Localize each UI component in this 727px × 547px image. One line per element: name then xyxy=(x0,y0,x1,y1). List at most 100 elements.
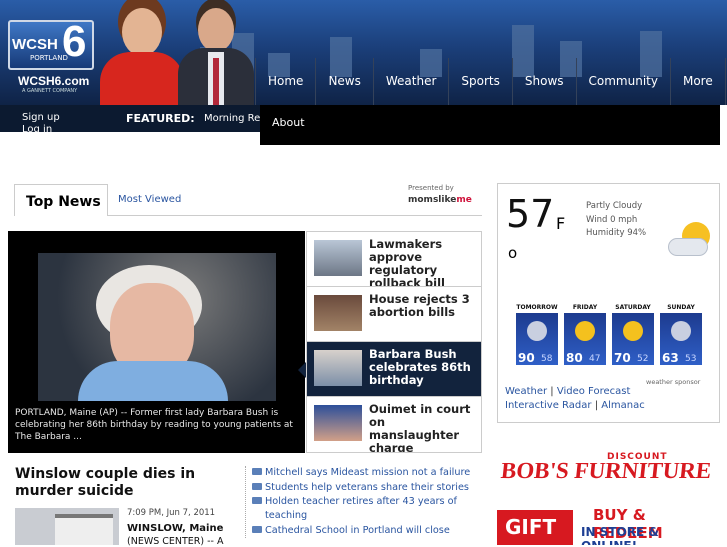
forecast-low: 53 xyxy=(685,354,697,364)
story-timestamp: 7:09 PM, Jun 7, 2011 xyxy=(127,508,216,518)
weather-link[interactable]: Weather xyxy=(505,386,547,397)
forecast-day[interactable]: FRIDAY 80 47 xyxy=(564,304,606,365)
current-conditions: Partly Cloudy Wind 0 mph Humidity 94% xyxy=(586,200,646,241)
headline-list: Lawmakers approve regulatory rollback bi… xyxy=(306,231,482,453)
nav-community[interactable]: Community xyxy=(577,58,671,105)
temperature-unit: F xyxy=(556,214,566,233)
headline-item[interactable]: House rejects 3 abortion bills xyxy=(307,287,481,342)
video-forecast-link[interactable]: Video Forecast xyxy=(557,386,631,397)
ad-gift: GIFT xyxy=(497,510,573,545)
almanac-link[interactable]: Almanac xyxy=(601,400,644,411)
ad-brand: BOB'S FURNITURE xyxy=(499,458,713,483)
forecast-high: 63 xyxy=(662,351,679,365)
sun-icon xyxy=(575,321,595,341)
forecast-day-name: TOMORROW xyxy=(516,304,558,311)
photo-jacket xyxy=(78,361,228,401)
headline-text[interactable]: Lawmakers approve regulatory rollback bi… xyxy=(369,238,477,287)
news-link[interactable]: Mitchell says Mideast mission not a fail… xyxy=(252,466,485,480)
logo-company: A GANNETT COMPANY xyxy=(22,88,78,94)
video-icon xyxy=(252,482,262,490)
weather-sponsor-label: weather sponsor xyxy=(646,378,701,386)
forecast-day-name: FRIDAY xyxy=(572,304,598,311)
headline-thumb xyxy=(314,350,362,386)
tab-top-news[interactable]: Top News xyxy=(14,184,108,216)
forecast-low: 58 xyxy=(541,354,553,364)
news-link[interactable]: Cathedral School in Portland will close xyxy=(252,524,485,538)
featured-label: FEATURED: xyxy=(126,112,195,125)
nav-weather[interactable]: Weather xyxy=(374,58,450,105)
anchor-body xyxy=(100,52,184,105)
radar-link[interactable]: Interactive Radar xyxy=(505,400,592,411)
link-separator: | xyxy=(594,400,599,411)
news-link-text[interactable]: Holden teacher retires after 43 years of… xyxy=(265,496,457,521)
top-bar: Sign up Log in FEATURED: Morning Rep xyxy=(0,105,260,132)
news-link[interactable]: Students help veterans share their stori… xyxy=(252,481,485,495)
nav-more[interactable]: More xyxy=(671,58,726,105)
forecast-day[interactable]: TOMORROW 90 58 xyxy=(516,304,558,365)
anchor-photo-female xyxy=(100,8,184,105)
tab-most-viewed[interactable]: Most Viewed xyxy=(118,194,181,205)
headline-item[interactable]: Ouimet in court on manslaughter charge xyxy=(307,397,481,452)
news-link-text[interactable]: Mitchell says Mideast mission not a fail… xyxy=(265,467,470,478)
weather-links-row: Interactive Radar | Almanac xyxy=(505,400,645,411)
weather-links-row: Weather | Video Forecast xyxy=(505,386,630,397)
current-temperature: 57 xyxy=(506,192,555,236)
forecast-image: 80 47 xyxy=(564,313,606,365)
story-headline[interactable]: Winslow couple dies in murder suicide xyxy=(15,466,215,500)
sponsor-name: momslike xyxy=(408,195,457,205)
headline-thumb xyxy=(314,240,362,276)
more-dropdown: About xyxy=(260,105,720,145)
feature-story[interactable]: PORTLAND, Maine (AP) -- Former first lad… xyxy=(8,231,305,453)
tab-divider xyxy=(108,215,482,216)
anchor-photo-male xyxy=(178,8,254,105)
headline-item-active[interactable]: Barbara Bush celebrates 86th birthday xyxy=(307,342,481,397)
featured-link[interactable]: Morning Rep xyxy=(204,113,260,124)
forecast-day[interactable]: SUNDAY 63 53 xyxy=(660,304,702,365)
nav-home[interactable]: Home xyxy=(255,58,317,105)
forecast-low: 52 xyxy=(637,354,649,364)
forecast-high: 70 xyxy=(614,351,631,365)
nav-sports[interactable]: Sports xyxy=(449,58,513,105)
nav-news[interactable]: News xyxy=(316,58,374,105)
forecast-image: 70 52 xyxy=(612,313,654,365)
story-thumbnail[interactable] xyxy=(15,508,119,545)
forecast-image: 63 53 xyxy=(660,313,702,365)
story-source: (NEWS CENTER) -- A xyxy=(127,536,224,547)
headline-text[interactable]: Ouimet in court on manslaughter charge xyxy=(369,403,477,453)
news-link[interactable]: Holden teacher retires after 43 years of… xyxy=(252,495,485,522)
humidity-text: Humidity 94% xyxy=(586,228,647,238)
sponsor-suffix: me xyxy=(456,195,472,205)
news-link-text[interactable]: Students help veterans share their stori… xyxy=(265,482,469,493)
storm-icon xyxy=(671,321,691,341)
headline-text[interactable]: Barbara Bush celebrates 86th birthday xyxy=(369,348,477,387)
headline-item[interactable]: Lawmakers approve regulatory rollback bi… xyxy=(307,232,481,287)
sponsor-logo[interactable]: momslikeme xyxy=(408,195,472,205)
dropdown-item-about[interactable]: About xyxy=(272,116,305,129)
degree-symbol: o xyxy=(508,244,518,262)
weather-widget: 57 F o Partly Cloudy Wind 0 mph Humidity… xyxy=(497,183,720,423)
login-link[interactable]: Log in xyxy=(22,124,52,132)
feature-caption: PORTLAND, Maine (AP) -- Former first lad… xyxy=(15,408,293,442)
cloud-shape xyxy=(668,238,708,256)
station-logo[interactable]: WCSH 6 PORTLAND WCSH6.com A GANNETT COMP… xyxy=(8,18,100,94)
advertisement[interactable]: DISCOUNT BOB'S FURNITURE GIFT BUY & REDE… xyxy=(497,452,719,545)
forecast-high: 80 xyxy=(566,351,583,365)
photo-house xyxy=(55,514,113,545)
logo-city: PORTLAND xyxy=(30,54,68,62)
video-icon xyxy=(252,525,262,533)
anchor-head xyxy=(122,8,162,56)
forecast-day[interactable]: SATURDAY 70 52 xyxy=(612,304,654,365)
forecast-image: 90 58 xyxy=(516,313,558,365)
headline-text[interactable]: House rejects 3 abortion bills xyxy=(369,293,477,319)
headline-thumb xyxy=(314,405,362,441)
signup-link[interactable]: Sign up xyxy=(22,112,60,123)
forecast-high: 90 xyxy=(518,351,535,365)
sun-icon xyxy=(623,321,643,341)
feature-photo[interactable] xyxy=(38,253,276,401)
headline-thumb xyxy=(314,295,362,331)
wind-text: Wind 0 mph xyxy=(586,214,638,225)
nav-shows[interactable]: Shows xyxy=(513,58,577,105)
news-link-text[interactable]: Cathedral School in Portland will close xyxy=(265,525,450,536)
storm-icon xyxy=(527,321,547,341)
forecast-day-name: SUNDAY xyxy=(667,304,695,311)
